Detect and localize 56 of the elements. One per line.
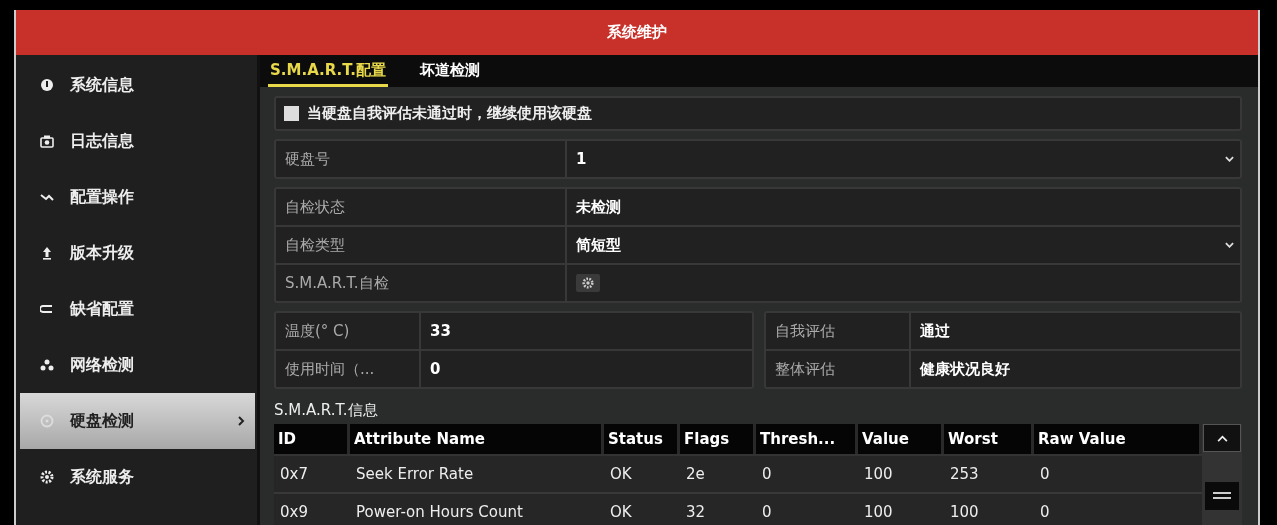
sidebar-item[interactable]: 日志信息 bbox=[20, 113, 255, 169]
network-icon bbox=[40, 358, 54, 372]
field-label: 整体评估 bbox=[766, 351, 911, 387]
menu-icon bbox=[1213, 492, 1231, 500]
sidebar-item[interactable]: 网络检测 bbox=[20, 337, 255, 393]
table-row[interactable]: 0x7 Seek Error Rate OK 2e 0 100 253 0 bbox=[274, 456, 1202, 494]
field-label: 硬盘号 bbox=[276, 141, 567, 177]
field-label: 自我评估 bbox=[766, 313, 911, 349]
gear-button[interactable] bbox=[576, 274, 600, 292]
tab[interactable]: S.M.A.R.T.配置 bbox=[268, 61, 388, 87]
column-header[interactable]: Flags bbox=[680, 424, 753, 454]
column-header[interactable]: Value bbox=[858, 424, 941, 454]
gear-icon bbox=[582, 277, 594, 289]
column-header[interactable]: Status bbox=[604, 424, 677, 454]
sidebar-item[interactable]: 配置操作 bbox=[20, 169, 255, 225]
table-row[interactable]: 0x9 Power-on Hours Count OK 32 0 100 100 0 bbox=[274, 494, 1202, 525]
section-title: S.M.A.R.T.信息 bbox=[274, 401, 379, 420]
info-icon bbox=[40, 78, 54, 92]
caret-icon bbox=[1225, 242, 1234, 248]
field-value: 健康状况良好 bbox=[918, 358, 1011, 380]
scrollbar[interactable] bbox=[1202, 424, 1242, 525]
column-header[interactable]: Attribute Name bbox=[350, 424, 601, 454]
field-label: 温度(° C) bbox=[276, 313, 421, 349]
dropdown[interactable]: 1 bbox=[567, 141, 1240, 177]
sidebar-item[interactable]: 缺省配置 bbox=[20, 281, 255, 337]
caret-icon bbox=[1225, 156, 1234, 162]
sidebar-item[interactable]: 系统服务 bbox=[20, 449, 255, 505]
chevron-icon bbox=[237, 416, 245, 426]
field-label: 使用时间（... bbox=[276, 351, 421, 387]
camera-icon bbox=[40, 134, 54, 148]
sidebar-item[interactable]: 硬盘检测 bbox=[20, 393, 255, 449]
field-label: S.M.A.R.T.自检 bbox=[276, 265, 567, 301]
field-label: 自检状态 bbox=[276, 189, 567, 225]
upload-icon bbox=[40, 246, 54, 260]
field-value: 未检测 bbox=[575, 196, 622, 218]
field-value: 0 bbox=[429, 359, 442, 380]
column-header[interactable]: ID bbox=[274, 424, 347, 454]
caret-up-icon bbox=[1216, 434, 1228, 442]
column-header[interactable]: Worst bbox=[944, 424, 1031, 454]
field-value: 通过 bbox=[919, 320, 951, 342]
checkbox-label: 当硬盘自我评估未通过时，继续使用该硬盘 bbox=[307, 104, 592, 123]
checkbox[interactable] bbox=[284, 106, 299, 121]
gear-icon bbox=[40, 470, 54, 484]
field-value: 33 bbox=[429, 321, 452, 342]
disk-icon bbox=[40, 414, 54, 428]
column-header[interactable]: Raw Value bbox=[1034, 424, 1199, 454]
dropdown[interactable]: 简短型 bbox=[567, 227, 1240, 263]
sidebar-item[interactable]: 系统信息 bbox=[20, 57, 255, 113]
column-header[interactable]: Thresh... bbox=[756, 424, 855, 454]
scroll-up-button[interactable] bbox=[1203, 424, 1241, 452]
tab[interactable]: 坏道检测 bbox=[417, 61, 482, 87]
sidebar-item[interactable]: 版本升级 bbox=[20, 225, 255, 281]
reset-icon bbox=[40, 302, 54, 316]
window-title: 系统维护 bbox=[607, 23, 667, 42]
scroll-thumb[interactable] bbox=[1205, 482, 1239, 510]
field-label: 自检类型 bbox=[276, 227, 567, 263]
